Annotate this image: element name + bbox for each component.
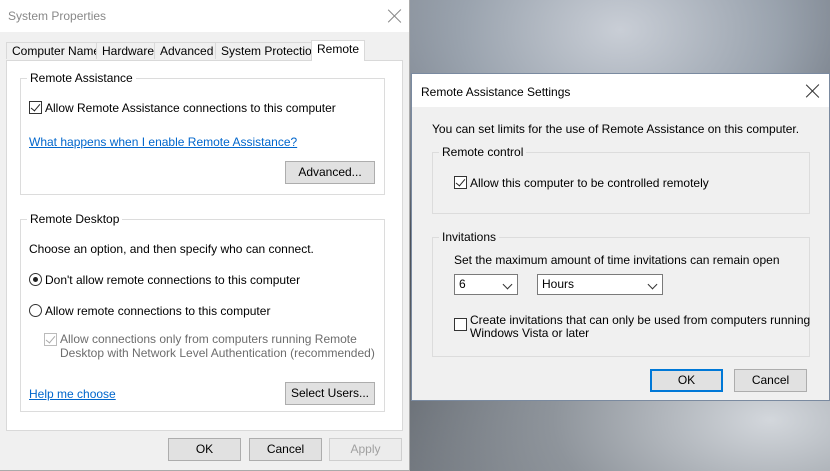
allow-remote-control-label: Allow this computer to be controlled rem…: [470, 176, 709, 190]
dont-allow-remote-label: Don't allow remote connections to this c…: [45, 273, 301, 287]
vista-only-checkbox[interactable]: [454, 318, 467, 331]
allow-remote-control-checkbox[interactable]: [454, 176, 467, 189]
dialog-cancel-button[interactable]: Cancel: [734, 369, 807, 392]
cancel-button[interactable]: Cancel: [249, 438, 322, 461]
remote-desktop-group: Remote Desktop Choose an option, and the…: [20, 212, 385, 412]
dont-allow-remote-radio[interactable]: [29, 273, 42, 286]
max-time-label: Set the maximum amount of time invitatio…: [454, 253, 780, 267]
nla-label-line2: Desktop with Network Level Authenticatio…: [60, 346, 375, 360]
system-properties-titlebar[interactable]: System Properties: [0, 0, 409, 32]
dialog-intro-text: You can set limits for the use of Remote…: [432, 122, 800, 136]
remote-control-group: Remote control Allow this computer to be…: [432, 145, 810, 214]
nla-checkbox[interactable]: [44, 333, 57, 346]
invitation-amount-select[interactable]: 6: [454, 274, 518, 295]
chevron-down-icon: [502, 279, 513, 290]
select-users-button[interactable]: Select Users...: [285, 382, 375, 405]
tab-system-protection[interactable]: System Protection: [215, 42, 325, 59]
vista-only-label-line2: Windows Vista or later: [470, 326, 590, 340]
tab-advanced[interactable]: Advanced: [154, 42, 220, 59]
close-icon[interactable]: [388, 9, 402, 23]
group-label: Remote Desktop: [27, 212, 123, 226]
remote-desktop-instructions: Choose an option, and then specify who c…: [29, 242, 314, 256]
system-properties-window: System Properties Computer Name Hardware…: [0, 0, 410, 471]
group-label: Remote Assistance: [27, 71, 136, 85]
tab-remote[interactable]: Remote: [311, 40, 366, 61]
tab-computer-name[interactable]: Computer Name: [6, 42, 107, 59]
dialog-ok-button[interactable]: OK: [650, 369, 723, 392]
remote-tab-panel: Remote Assistance Allow Remote Assistanc…: [6, 60, 403, 431]
remote-assistance-help-link[interactable]: What happens when I enable Remote Assist…: [29, 135, 297, 149]
dialog-body: You can set limits for the use of Remote…: [412, 107, 829, 400]
remote-assistance-group: Remote Assistance Allow Remote Assistanc…: [20, 71, 385, 195]
nla-label-line1: Allow connections only from computers ru…: [60, 332, 357, 346]
allow-remote-assistance-label: Allow Remote Assistance connections to t…: [45, 101, 336, 115]
invitation-unit-select[interactable]: Hours: [537, 274, 663, 295]
help-me-choose-link[interactable]: Help me choose: [29, 387, 116, 401]
invitation-amount-value: 6: [459, 277, 466, 291]
apply-button[interactable]: Apply: [329, 438, 402, 461]
remote-assistance-settings-dialog: Remote Assistance Settings You can set l…: [411, 73, 830, 401]
invitation-unit-value: Hours: [542, 277, 575, 291]
allow-remote-label: Allow remote connections to this compute…: [45, 304, 271, 318]
tab-hardware[interactable]: Hardware: [96, 42, 161, 59]
close-icon[interactable]: [806, 84, 820, 98]
invitations-group: Invitations Set the maximum amount of ti…: [432, 230, 811, 357]
window-title: System Properties: [8, 9, 107, 23]
vista-only-label-line1: Create invitations that can only be used…: [470, 313, 811, 327]
group-label: Remote control: [439, 145, 527, 159]
ok-button[interactable]: OK: [168, 438, 241, 461]
group-label: Invitations: [439, 230, 500, 244]
allow-remote-assistance-checkbox[interactable]: [29, 101, 42, 114]
chevron-down-icon: [647, 279, 658, 290]
allow-remote-radio[interactable]: [29, 304, 42, 317]
dialog-titlebar[interactable]: Remote Assistance Settings: [412, 74, 829, 107]
dialog-title: Remote Assistance Settings: [421, 85, 571, 99]
advanced-button[interactable]: Advanced...: [285, 161, 375, 184]
